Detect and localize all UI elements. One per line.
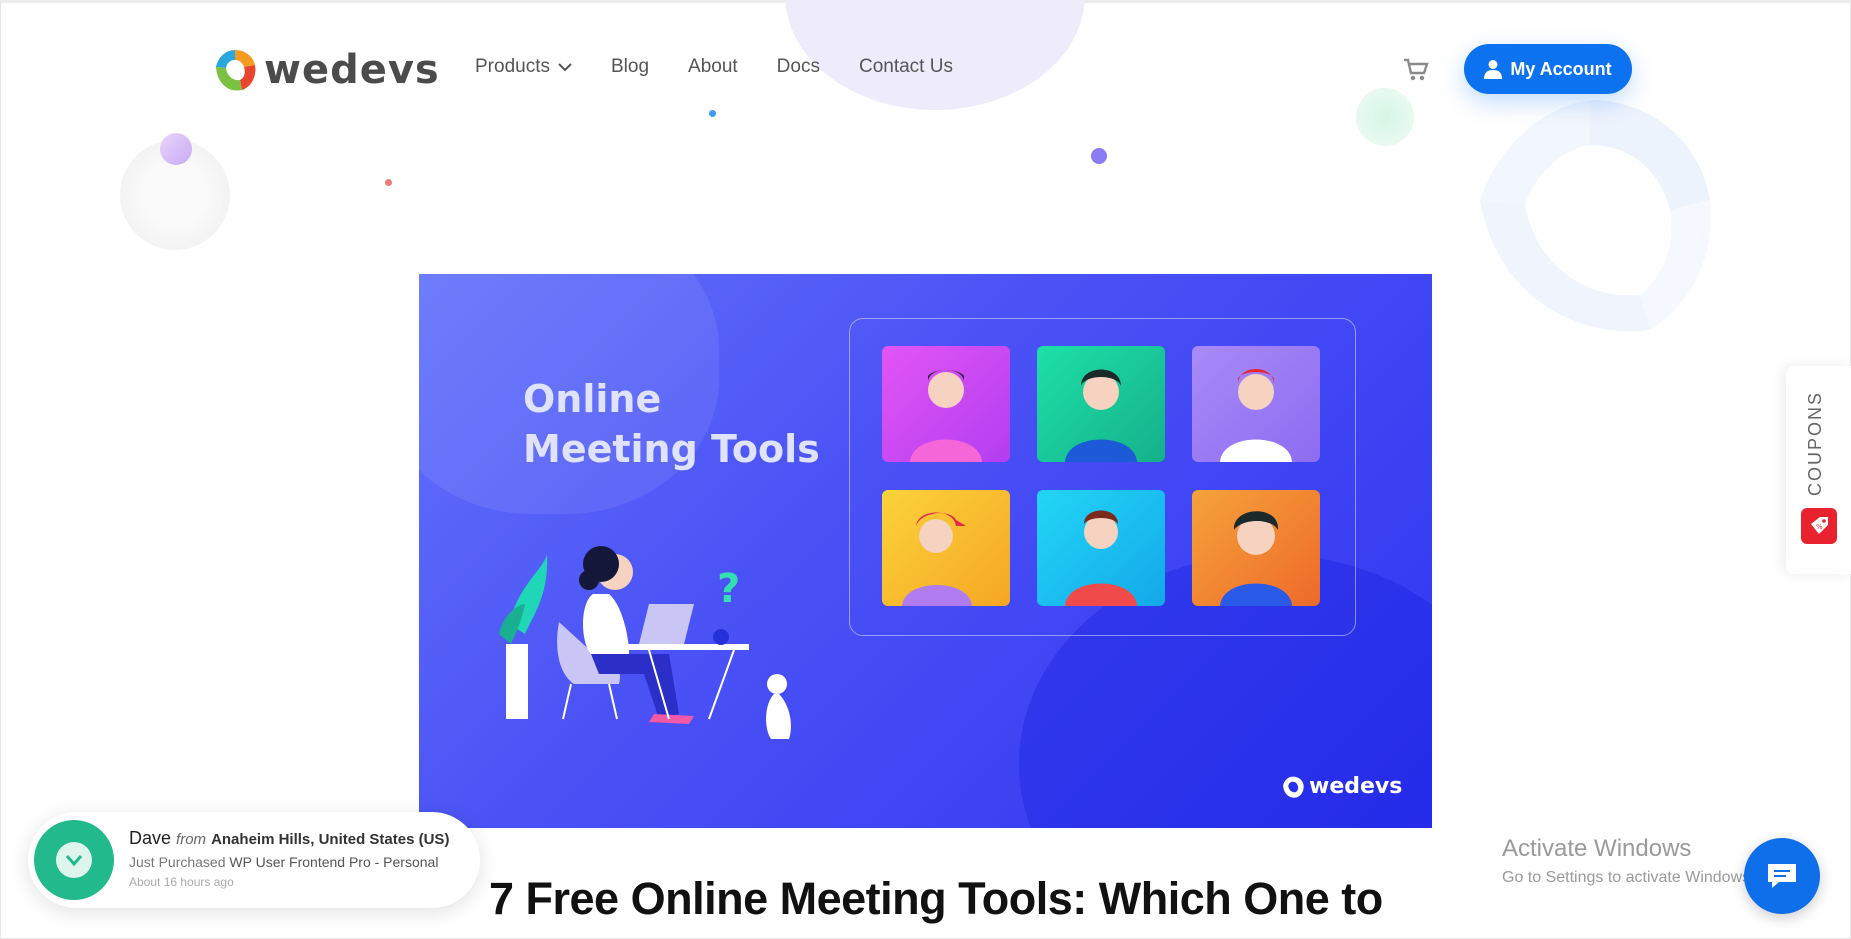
purchase-time: About 16 hours ago xyxy=(129,875,234,889)
person-illustration xyxy=(1065,369,1137,462)
decor-dot xyxy=(1091,148,1107,164)
popup-buyer: Dave from Anaheim Hills, United States (… xyxy=(129,828,449,849)
nav-about[interactable]: About xyxy=(688,56,738,78)
chevron-down-icon xyxy=(558,62,572,71)
background-logo-watermark xyxy=(1480,100,1711,332)
watermark-title: Activate Windows xyxy=(1502,835,1692,862)
participant-tile xyxy=(1192,346,1320,462)
banner-logo-text: wedevs xyxy=(1309,774,1403,799)
person-illustration xyxy=(902,512,972,606)
nav-contact-us[interactable]: Contact Us xyxy=(859,56,953,78)
nav-docs-label: Docs xyxy=(776,56,820,77)
banner-title: Online Meeting Tools xyxy=(523,374,820,474)
my-account-button[interactable]: My Account xyxy=(1464,44,1632,94)
purchased-product: WP User Frontend Pro - Personal xyxy=(229,854,439,870)
svg-text:%: % xyxy=(1816,523,1823,531)
chat-bubble-icon xyxy=(1768,864,1796,888)
participant-tile xyxy=(882,346,1010,462)
purchase-detail: Just Purchased WP User Frontend Pro - Pe… xyxy=(129,854,438,870)
recent-purchase-notification[interactable]: Dave from Anaheim Hills, United States (… xyxy=(28,812,480,908)
logo-text: wedevs xyxy=(264,47,440,93)
nav-products[interactable]: Products xyxy=(475,56,572,78)
nav-blog[interactable]: Blog xyxy=(611,56,649,78)
live-chat-button[interactable] xyxy=(1744,838,1820,914)
my-account-label: My Account xyxy=(1510,58,1612,79)
person-illustration xyxy=(1220,369,1292,462)
person-illustration xyxy=(910,370,982,462)
decor-dot xyxy=(385,179,392,186)
hero-banner-image: Online Meeting Tools ? wedevs xyxy=(419,274,1432,828)
activate-windows-watermark: Activate Windows Go to Settings to activ… xyxy=(1502,835,1755,887)
nav-products-label: Products xyxy=(475,56,550,77)
banner-title-line1: Online xyxy=(523,377,662,421)
buyer-name: Dave xyxy=(129,828,172,848)
decor-dot xyxy=(160,133,192,165)
user-icon xyxy=(1484,60,1503,79)
buyer-location: Anaheim Hills, United States (US) xyxy=(211,831,450,848)
svg-text:?: ? xyxy=(717,566,740,612)
participant-tile xyxy=(1037,490,1165,606)
site-logo[interactable]: wedevs xyxy=(212,47,440,93)
nav-blog-label: Blog xyxy=(610,56,650,77)
nav-docs[interactable]: Docs xyxy=(777,56,820,78)
person-illustration xyxy=(1220,511,1292,606)
participant-tile xyxy=(882,490,1010,606)
article-title: 7 Free Online Meeting Tools: Which One t… xyxy=(489,873,1383,924)
decor-dot xyxy=(1356,88,1414,146)
woman-at-desk-illustration: ? xyxy=(499,546,791,739)
decor-dot xyxy=(709,110,716,117)
from-word: from xyxy=(176,831,207,848)
product-avatar xyxy=(34,820,114,900)
cart-button[interactable] xyxy=(1403,58,1429,87)
wedevs-logo-icon xyxy=(216,50,256,91)
watermark-subtitle: Go to Settings to activate Windows. xyxy=(1502,869,1755,886)
wedevs-logo-icon xyxy=(1283,776,1304,798)
participant-tile xyxy=(1037,346,1165,462)
coupon-tag-icon: % xyxy=(1801,508,1837,544)
coupons-label: COUPONS xyxy=(1805,390,1825,496)
purchase-action: Just Purchased xyxy=(129,854,226,870)
coupons-tab[interactable]: COUPONS % xyxy=(1786,366,1851,574)
banner-logo: wedevs xyxy=(1281,774,1402,799)
nav-contact-label: Contact Us xyxy=(858,56,953,77)
banner-title-line2: Meeting Tools xyxy=(523,427,820,471)
person-illustration xyxy=(1065,510,1137,606)
main-nav: Products Blog About Docs Contact Us xyxy=(475,56,953,78)
nav-about-label: About xyxy=(688,56,738,77)
participant-tile xyxy=(1192,490,1320,606)
cart-icon xyxy=(1404,58,1429,81)
